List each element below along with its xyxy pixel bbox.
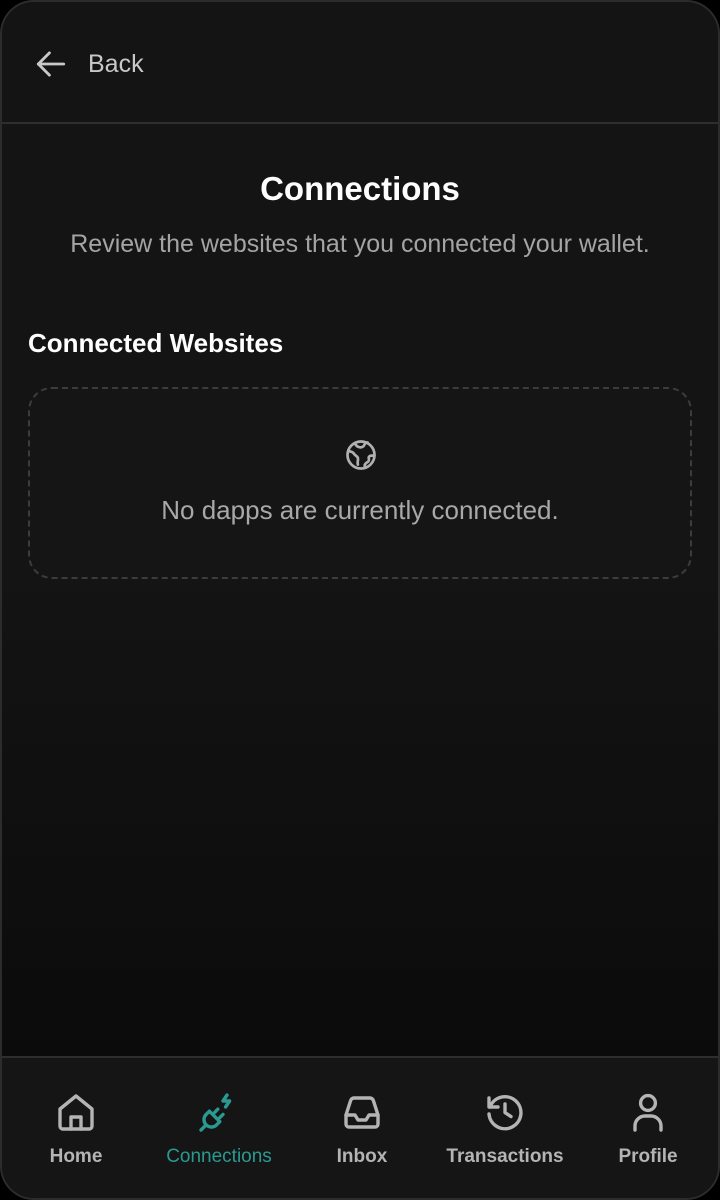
arrow-left-icon (32, 45, 70, 83)
page-title: Connections (260, 170, 460, 207)
back-label: Back (88, 49, 144, 78)
plug-icon (195, 1088, 243, 1136)
app-frame: Back Connections Review the websites tha… (0, 0, 720, 1200)
home-icon (52, 1088, 100, 1136)
empty-connections-panel: No dapps are currently connected. (28, 387, 692, 579)
history-icon (481, 1088, 529, 1136)
user-icon (624, 1088, 672, 1136)
nav-label-inbox: Inbox (336, 1146, 388, 1167)
back-button[interactable]: Back (32, 42, 144, 86)
page-subtitle: Review the websites that you connected y… (70, 230, 650, 258)
nav-item-profile[interactable]: Profile (578, 1088, 718, 1168)
nav-label-transactions: Transactions (446, 1146, 564, 1167)
nav-item-transactions[interactable]: Transactions (435, 1088, 575, 1168)
empty-state-message: No dapps are currently connected. (161, 495, 559, 525)
nav-label-connections: Connections (166, 1146, 272, 1167)
inbox-icon (338, 1088, 386, 1136)
nav-label-home: Home (49, 1146, 103, 1167)
nav-label-profile: Profile (618, 1146, 678, 1167)
nav-item-connections[interactable]: Connections (149, 1088, 289, 1168)
top-bar: Back (2, 2, 718, 124)
nav-item-inbox[interactable]: Inbox (292, 1088, 432, 1168)
bottom-navigation: Home Connections Inbox Transactions Prof… (2, 1056, 718, 1198)
connected-websites-heading: Connected Websites (28, 328, 284, 358)
globe-icon (343, 437, 379, 477)
nav-item-home[interactable]: Home (6, 1088, 146, 1168)
